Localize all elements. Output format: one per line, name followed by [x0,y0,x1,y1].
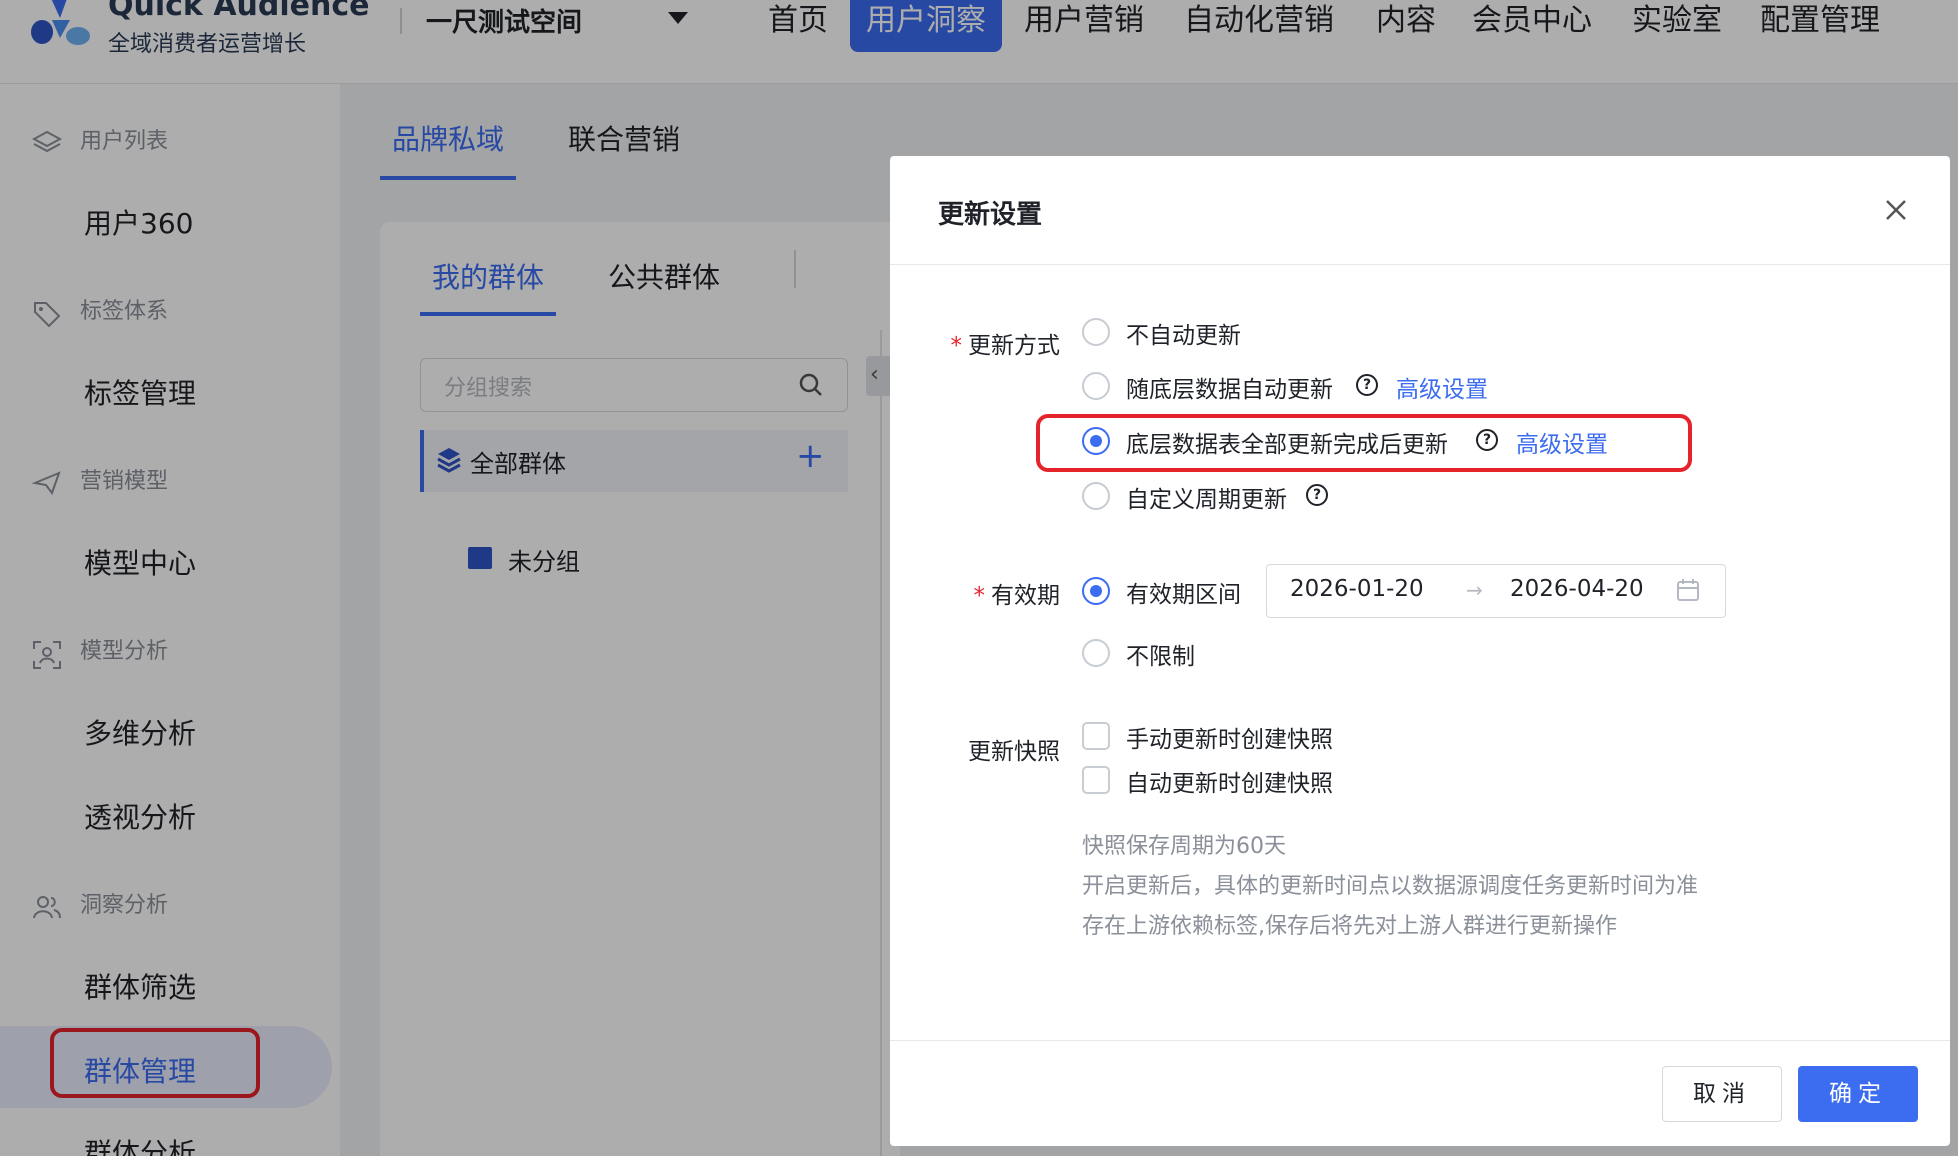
option-custom-cycle-update[interactable]: 自定义周期更新 [1126,480,1287,514]
required-mark: * [973,583,986,609]
modal-footer-divider [890,1040,1950,1041]
note-update-time: 开启更新后，具体的更新时间点以数据源调度任务更新时间为准 [1082,874,1699,899]
checkbox-manual-snapshot[interactable] [1082,722,1110,750]
radio-custom-cycle-update[interactable] [1082,482,1110,510]
option-no-auto-update[interactable]: 不自动更新 [1126,316,1241,350]
note-snapshot-retention: 快照保存周期为60天 [1082,834,1286,859]
option-no-limit[interactable]: 不限制 [1126,637,1195,671]
option-validity-range[interactable]: 有效期区间 [1126,575,1241,609]
advanced-settings-link[interactable]: 高级设置 [1396,370,1488,404]
validity-label: * 有效期 [920,576,1061,610]
modal-title: 更新设置 [938,200,1043,230]
radio-after-all-tables-update[interactable] [1082,427,1110,455]
radio-follow-data-update[interactable] [1082,372,1110,400]
update-mode-label: * 更新方式 [920,326,1061,360]
cancel-button[interactable]: 取消 [1662,1066,1782,1122]
arrow-right-icon: → [1466,578,1483,602]
option-manual-snapshot[interactable]: 手动更新时创建快照 [1126,720,1333,754]
advanced-settings-link[interactable]: 高级设置 [1516,425,1608,459]
help-icon[interactable]: ? [1356,374,1378,396]
confirm-button[interactable]: 确定 [1798,1066,1918,1122]
note-upstream-dependency: 存在上游依赖标签,保存后将先对上游人群进行更新操作 [1082,914,1617,939]
option-after-all-tables-update[interactable]: 底层数据表全部更新完成后更新 [1126,425,1448,459]
date-start[interactable]: 2026-01-20 [1290,576,1424,602]
checkbox-auto-snapshot[interactable] [1082,766,1110,794]
option-auto-snapshot[interactable]: 自动更新时创建快照 [1126,764,1333,798]
update-mode-label-text: 更新方式 [968,333,1060,359]
help-icon[interactable]: ? [1306,484,1328,506]
update-settings-modal [890,156,1950,1146]
radio-validity-range[interactable] [1082,577,1110,605]
modal-header-divider [890,264,1950,265]
snapshot-label: 更新快照 [968,739,1060,765]
radio-no-auto-update[interactable] [1082,318,1110,346]
help-icon[interactable]: ? [1476,429,1498,451]
calendar-icon[interactable] [1676,578,1700,602]
close-icon[interactable] [1878,192,1914,228]
required-mark: * [950,333,963,359]
radio-no-limit[interactable] [1082,639,1110,667]
validity-label-text: 有效期 [991,583,1060,609]
date-end[interactable]: 2026-04-20 [1510,576,1644,602]
option-follow-data-update[interactable]: 随底层数据自动更新 [1126,370,1333,404]
